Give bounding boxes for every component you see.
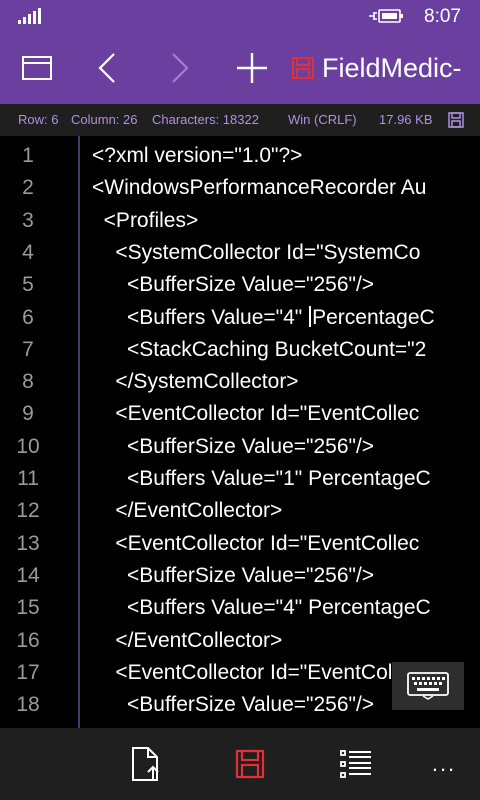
line-ending-indicator[interactable]: Win (CRLF) <box>288 112 357 127</box>
code-line[interactable]: <BufferSize Value="256"/> <box>92 435 458 459</box>
line-number: 12 <box>16 499 40 523</box>
plus-icon <box>237 53 267 83</box>
code-line-text: <Profiles> <box>92 208 199 232</box>
characters-indicator: Characters: 18322 <box>152 112 259 127</box>
clock: 8:07 <box>424 6 461 27</box>
tabs-button[interactable] <box>2 32 72 104</box>
code-line[interactable]: </EventCollector> <box>92 629 458 653</box>
keyboard-icon <box>407 672 449 700</box>
outline-button[interactable] <box>326 728 386 800</box>
code-line-text: <EventCollector Id="EventCollec <box>92 402 420 426</box>
code-line-text: <SystemCollector Id="SystemCo <box>92 240 421 264</box>
save-icon-unsaved <box>292 57 314 79</box>
toolbar: FieldMedic- <box>0 32 480 104</box>
code-line[interactable]: </EventCollector> <box>92 499 458 523</box>
line-number: 18 <box>16 693 40 717</box>
code-line-text: <BufferSize Value="256"/> <box>92 563 375 587</box>
code-line-text: </SystemCollector> <box>92 370 299 394</box>
code-line[interactable]: <EventCollector Id="EventCollec <box>92 402 458 426</box>
text-caret <box>309 305 312 327</box>
signal-bars-icon <box>18 8 41 24</box>
line-number: 4 <box>22 240 34 264</box>
new-tab-button[interactable] <box>217 32 287 104</box>
code-line[interactable]: <WindowsPerformanceRecorder Au <box>92 176 458 200</box>
line-number: 5 <box>22 273 34 297</box>
chevron-right-icon <box>172 53 189 83</box>
code-line-text: <Buffers Value="1" PercentageC <box>92 467 431 490</box>
code-line[interactable]: <Profiles> <box>92 209 458 233</box>
save-status-icon <box>448 112 464 128</box>
more-button[interactable]: ... <box>414 728 474 800</box>
code-line[interactable]: <EventCollector Id="EventCollec <box>92 532 458 556</box>
list-icon <box>340 750 371 778</box>
code-line-text: <BufferSize Value="256"/> <box>92 693 375 717</box>
line-number-gutter: 1 2 3 4 5 6 7 8 9 10 11 12 13 14 15 16 17 18 <box>0 136 80 728</box>
tab-title: FieldMedic- <box>322 52 462 83</box>
code-line-text: <EventCollector Id="EventCollec <box>92 660 420 684</box>
tab-fieldmedic[interactable]: FieldMedic- <box>292 32 480 104</box>
code-line-text: <EventCollector Id="EventCollec <box>92 531 420 555</box>
code-line[interactable]: <Buffers Value="4" PercentageC <box>92 596 458 620</box>
forward-button[interactable] <box>145 32 215 104</box>
line-number: 14 <box>16 563 40 587</box>
line-number: 2 <box>22 176 34 200</box>
code-editor[interactable]: 1 2 3 4 5 6 7 8 9 10 11 12 13 14 15 16 17 18 <?xml versio… <box>0 136 480 728</box>
code-line-text: <StackCaching BucketCount="2 <box>92 337 427 361</box>
open-button[interactable] <box>116 728 176 800</box>
show-keyboard-button[interactable] <box>392 662 464 710</box>
code-line[interactable]: <StackCaching BucketCount="2 <box>92 338 458 362</box>
code-line-text: <Buffers Value="4" PercentageC <box>92 596 431 620</box>
line-number: 10 <box>16 434 40 458</box>
file-size-indicator: 17.96 KB <box>379 112 433 127</box>
line-number: 16 <box>16 628 40 652</box>
line-number: 8 <box>22 370 34 394</box>
code-line[interactable]: <SystemCollector Id="SystemCo <box>92 241 458 265</box>
status-bar: 8:07 <box>0 0 480 32</box>
line-number: 6 <box>22 305 34 329</box>
code-line-text: </EventCollector> <box>92 499 283 523</box>
code-line[interactable]: <Buffers Value="1" PercentageC <box>92 467 458 491</box>
back-button[interactable] <box>72 32 142 104</box>
chevron-left-icon <box>98 53 115 83</box>
save-button[interactable] <box>220 728 280 800</box>
code-line-text: <WindowsPerformanceRecorder Au <box>92 176 427 200</box>
code-line-text: <BufferSize Value="256"/> <box>92 273 375 297</box>
row-indicator: Row: 6 <box>18 112 59 127</box>
code-line[interactable]: <BufferSize Value="256"/> <box>92 564 458 588</box>
open-file-icon <box>132 747 159 781</box>
code-line-text: <Buffers Value="4" PercentageC <box>92 305 435 329</box>
code-line[interactable]: </SystemCollector> <box>92 370 458 394</box>
line-number: 7 <box>22 337 34 361</box>
code-line[interactable]: <?xml version="1.0"?> <box>92 144 458 168</box>
line-number: 3 <box>22 208 34 232</box>
line-number: 9 <box>22 402 34 426</box>
line-number: 13 <box>16 531 40 555</box>
column-indicator: Column: 26 <box>71 112 138 127</box>
code-line[interactable]: <Buffers Value="4" PercentageC <box>92 305 458 330</box>
line-number: 15 <box>16 596 40 620</box>
code-line-text: </EventCollector> <box>92 628 283 652</box>
line-number: 17 <box>16 660 40 684</box>
save-icon <box>235 749 265 779</box>
document-info-bar: Row: 6 Column: 26 Characters: 18322 Win … <box>0 104 480 136</box>
line-number: 1 <box>22 144 34 167</box>
line-number: 11 <box>17 467 39 490</box>
code-line-text: <BufferSize Value="256"/> <box>92 434 375 458</box>
battery-charging-icon <box>369 9 403 23</box>
app-bar: ... <box>0 728 480 800</box>
code-line-text: <?xml version="1.0"?> <box>92 144 303 167</box>
window-icon <box>22 56 52 80</box>
code-line[interactable]: <BufferSize Value="256"/> <box>92 273 458 297</box>
